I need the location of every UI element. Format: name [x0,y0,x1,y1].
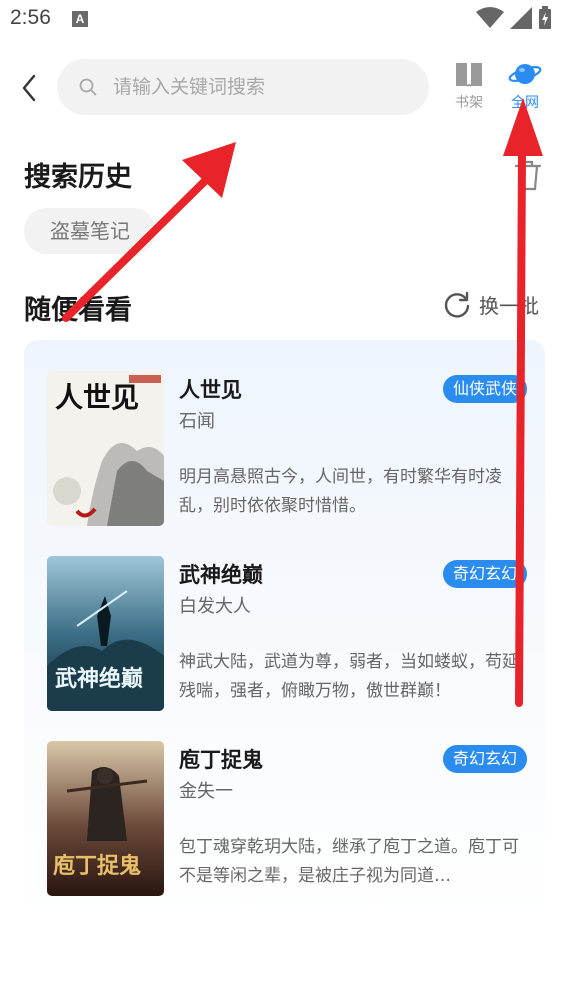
cover-title-text: 庖丁捉鬼 [53,853,141,879]
wifi-icon [476,7,504,28]
book-cover: 武神绝巅 [47,556,164,711]
book-cover: 人世见 [47,371,164,526]
book-description: 明月高悬照古今，人间世，有时繁华有时凌乱，别时依依聚时惜惜。 [179,467,502,516]
book-tag: 奇幻玄幻 [442,745,527,773]
refresh-button[interactable]: 换一批 [443,290,539,319]
book-item[interactable]: 人世见 人世见 石闻 仙侠武侠 明月高悬照古今，人间世，有时繁华有时凌乱，别时依… [47,371,527,526]
history-title: 搜索历史 [24,162,132,193]
book-tag: 奇幻玄幻 [442,560,527,588]
back-button[interactable] [14,70,44,106]
refresh-icon [444,291,470,318]
browse-title: 随便看看 [24,295,132,326]
book-tag: 仙侠武侠 [442,375,527,403]
signal-icon [510,7,532,29]
chevron-left-icon [22,74,36,102]
book-icon [456,63,482,87]
status-bar: 2:56 A [0,0,564,40]
book-author: 白发大人 [179,596,251,617]
book-item[interactable]: 庖丁捉鬼 庖丁捉鬼 金失一 奇幻玄幻 包丁魂穿乾玥大陆，继承了庖丁之道。庖丁可不… [47,741,527,896]
tab-whole-web[interactable]: 全网 [502,60,548,112]
search-icon [79,78,97,96]
planet-icon [508,64,542,84]
book-description: 包丁魂穿乾玥大陆，继承了庖丁之道。庖丁可不是等闲之辈，是被庄子视为同道… [179,837,519,886]
status-time: 2:56 [10,6,51,29]
cover-title-text: 武神绝巅 [55,666,143,692]
book-title: 人世见 [179,378,242,402]
book-title: 武神绝巅 [179,563,263,587]
book-description: 神武大陆，武道为尊，弱者，当如蝼蚁，苟延残喘，强者，俯瞰万物，傲世群巅！ [179,652,519,701]
search-input[interactable] [113,76,393,98]
tab-whole-web-label: 全网 [511,95,539,111]
refresh-label: 换一批 [479,294,539,318]
book-author: 金失一 [179,781,233,802]
tab-bookshelf-label: 书架 [455,95,483,111]
book-cover: 庖丁捉鬼 [47,741,164,896]
search-box[interactable] [57,59,429,115]
status-icons [476,6,552,30]
battery-icon [539,6,551,29]
tab-bookshelf[interactable]: 书架 [446,60,492,112]
cover-title-text: 人世见 [55,381,139,414]
book-title: 庖丁捉鬼 [179,748,263,772]
book-list: 人世见 人世见 石闻 仙侠武侠 明月高悬照古今，人间世，有时繁华有时凌乱，别时依… [24,340,545,920]
book-author: 石闻 [179,411,215,432]
trash-icon[interactable] [512,158,544,192]
book-item[interactable]: 武神绝巅 武神绝巅 白发大人 奇幻玄幻 神武大陆，武道为尊，弱者，当如蝼蚁，苟延… [47,556,527,711]
history-chip[interactable]: 盗墓笔记 [24,208,156,254]
notification-icon: A [72,11,88,27]
